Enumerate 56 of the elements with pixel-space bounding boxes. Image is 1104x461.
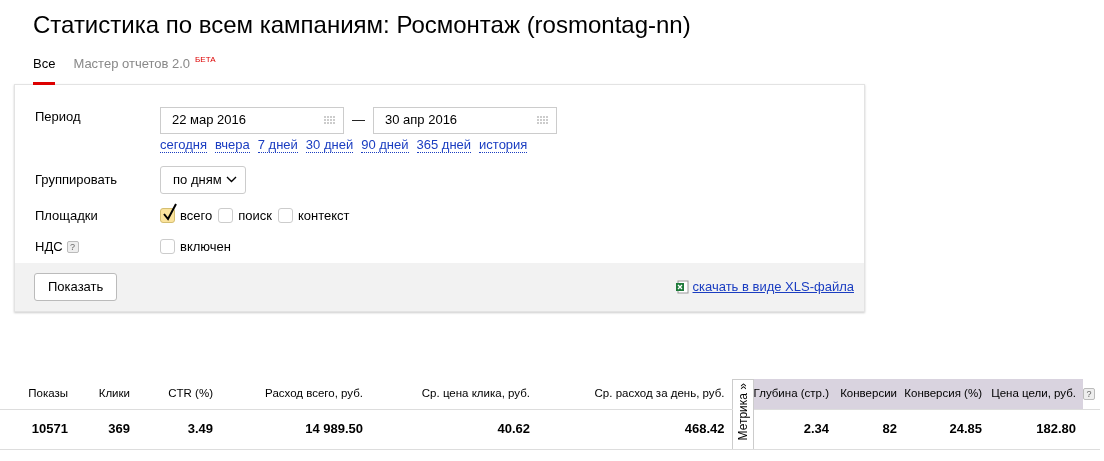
- field-label: Площадки: [35, 206, 99, 225]
- column-header: Расход всего, руб.: [265, 387, 363, 400]
- date-value: 30 апр 2016: [385, 111, 458, 130]
- table-cell: 40.62: [497, 421, 530, 437]
- column-header: Клики: [98, 387, 130, 400]
- table-cell: 24.85: [949, 421, 982, 437]
- period-link[interactable]: 30 дней: [305, 137, 354, 153]
- field-label: НДС: [35, 238, 63, 256]
- beta-label: БЕТА: [195, 55, 216, 64]
- field-label: Группировать: [35, 170, 119, 189]
- column-header: Ср. расход за день, руб.: [594, 387, 725, 400]
- date-field[interactable]: 22 мар 2016: [160, 106, 344, 134]
- spreadsheet-icon: [674, 279, 689, 294]
- table-cell: 2.34: [803, 421, 829, 437]
- checkbox[interactable]: [277, 207, 293, 223]
- checkbox-label: контекст: [297, 206, 350, 225]
- column-header: Конверсия (%): [904, 387, 982, 400]
- download-link[interactable]: скачать в виде XLS-файла: [692, 276, 854, 297]
- checkbox[interactable]: [160, 239, 175, 255]
- period-link[interactable]: 90 дней: [361, 137, 409, 153]
- checkbox-label: всего: [180, 206, 213, 225]
- caret-icon: [225, 176, 237, 183]
- column-header: Глубина (стр.): [753, 387, 829, 400]
- calendar-icon[interactable]: [537, 116, 549, 124]
- table-cell: 468.42: [684, 421, 725, 437]
- column-header: CTR (%): [168, 387, 213, 400]
- column-header: Ср. цена клика, руб.: [421, 387, 530, 400]
- checkbox-label: поиск: [238, 206, 272, 225]
- column-header: Показы: [28, 387, 68, 400]
- help-icon[interactable]: ?: [1083, 388, 1095, 401]
- field-label: Период: [35, 107, 82, 126]
- tab[interactable]: Мастер отчетов 2.0 БЕТА: [73, 54, 216, 85]
- table-cell: 10571: [31, 421, 68, 437]
- period-link[interactable]: история: [479, 137, 528, 153]
- page-title: Статистика по всем кампаниям: Росмонтаж (rosmontag-nn): [33, 10, 692, 40]
- column-header: Цена цели, руб.: [991, 387, 1076, 400]
- calendar-icon[interactable]: [324, 116, 336, 124]
- date-field[interactable]: 30 апр 2016: [373, 106, 557, 134]
- period-link[interactable]: вчера: [214, 137, 250, 153]
- table-cell: 3.49: [187, 421, 213, 437]
- table-cell: 182.80: [1036, 421, 1076, 437]
- checkbox[interactable]: [218, 207, 234, 223]
- checkbox-label: включен: [180, 238, 231, 256]
- date-value: 22 мар 2016: [172, 111, 246, 130]
- show-button[interactable]: Показать: [34, 272, 118, 301]
- group-select[interactable]: по дням: [160, 165, 246, 194]
- table-cell: 369: [108, 421, 130, 437]
- help-icon[interactable]: ?: [66, 240, 79, 253]
- period-link[interactable]: 7 дней: [257, 137, 298, 153]
- date-separator: —: [352, 111, 365, 130]
- column-header: Конверсии: [840, 387, 897, 400]
- table-cell: 82: [882, 421, 897, 437]
- tab[interactable]: Все: [33, 54, 56, 85]
- period-link[interactable]: сегодня: [160, 137, 207, 153]
- table-cell: 14 989.50: [305, 421, 363, 437]
- period-link[interactable]: 365 дней: [416, 137, 472, 153]
